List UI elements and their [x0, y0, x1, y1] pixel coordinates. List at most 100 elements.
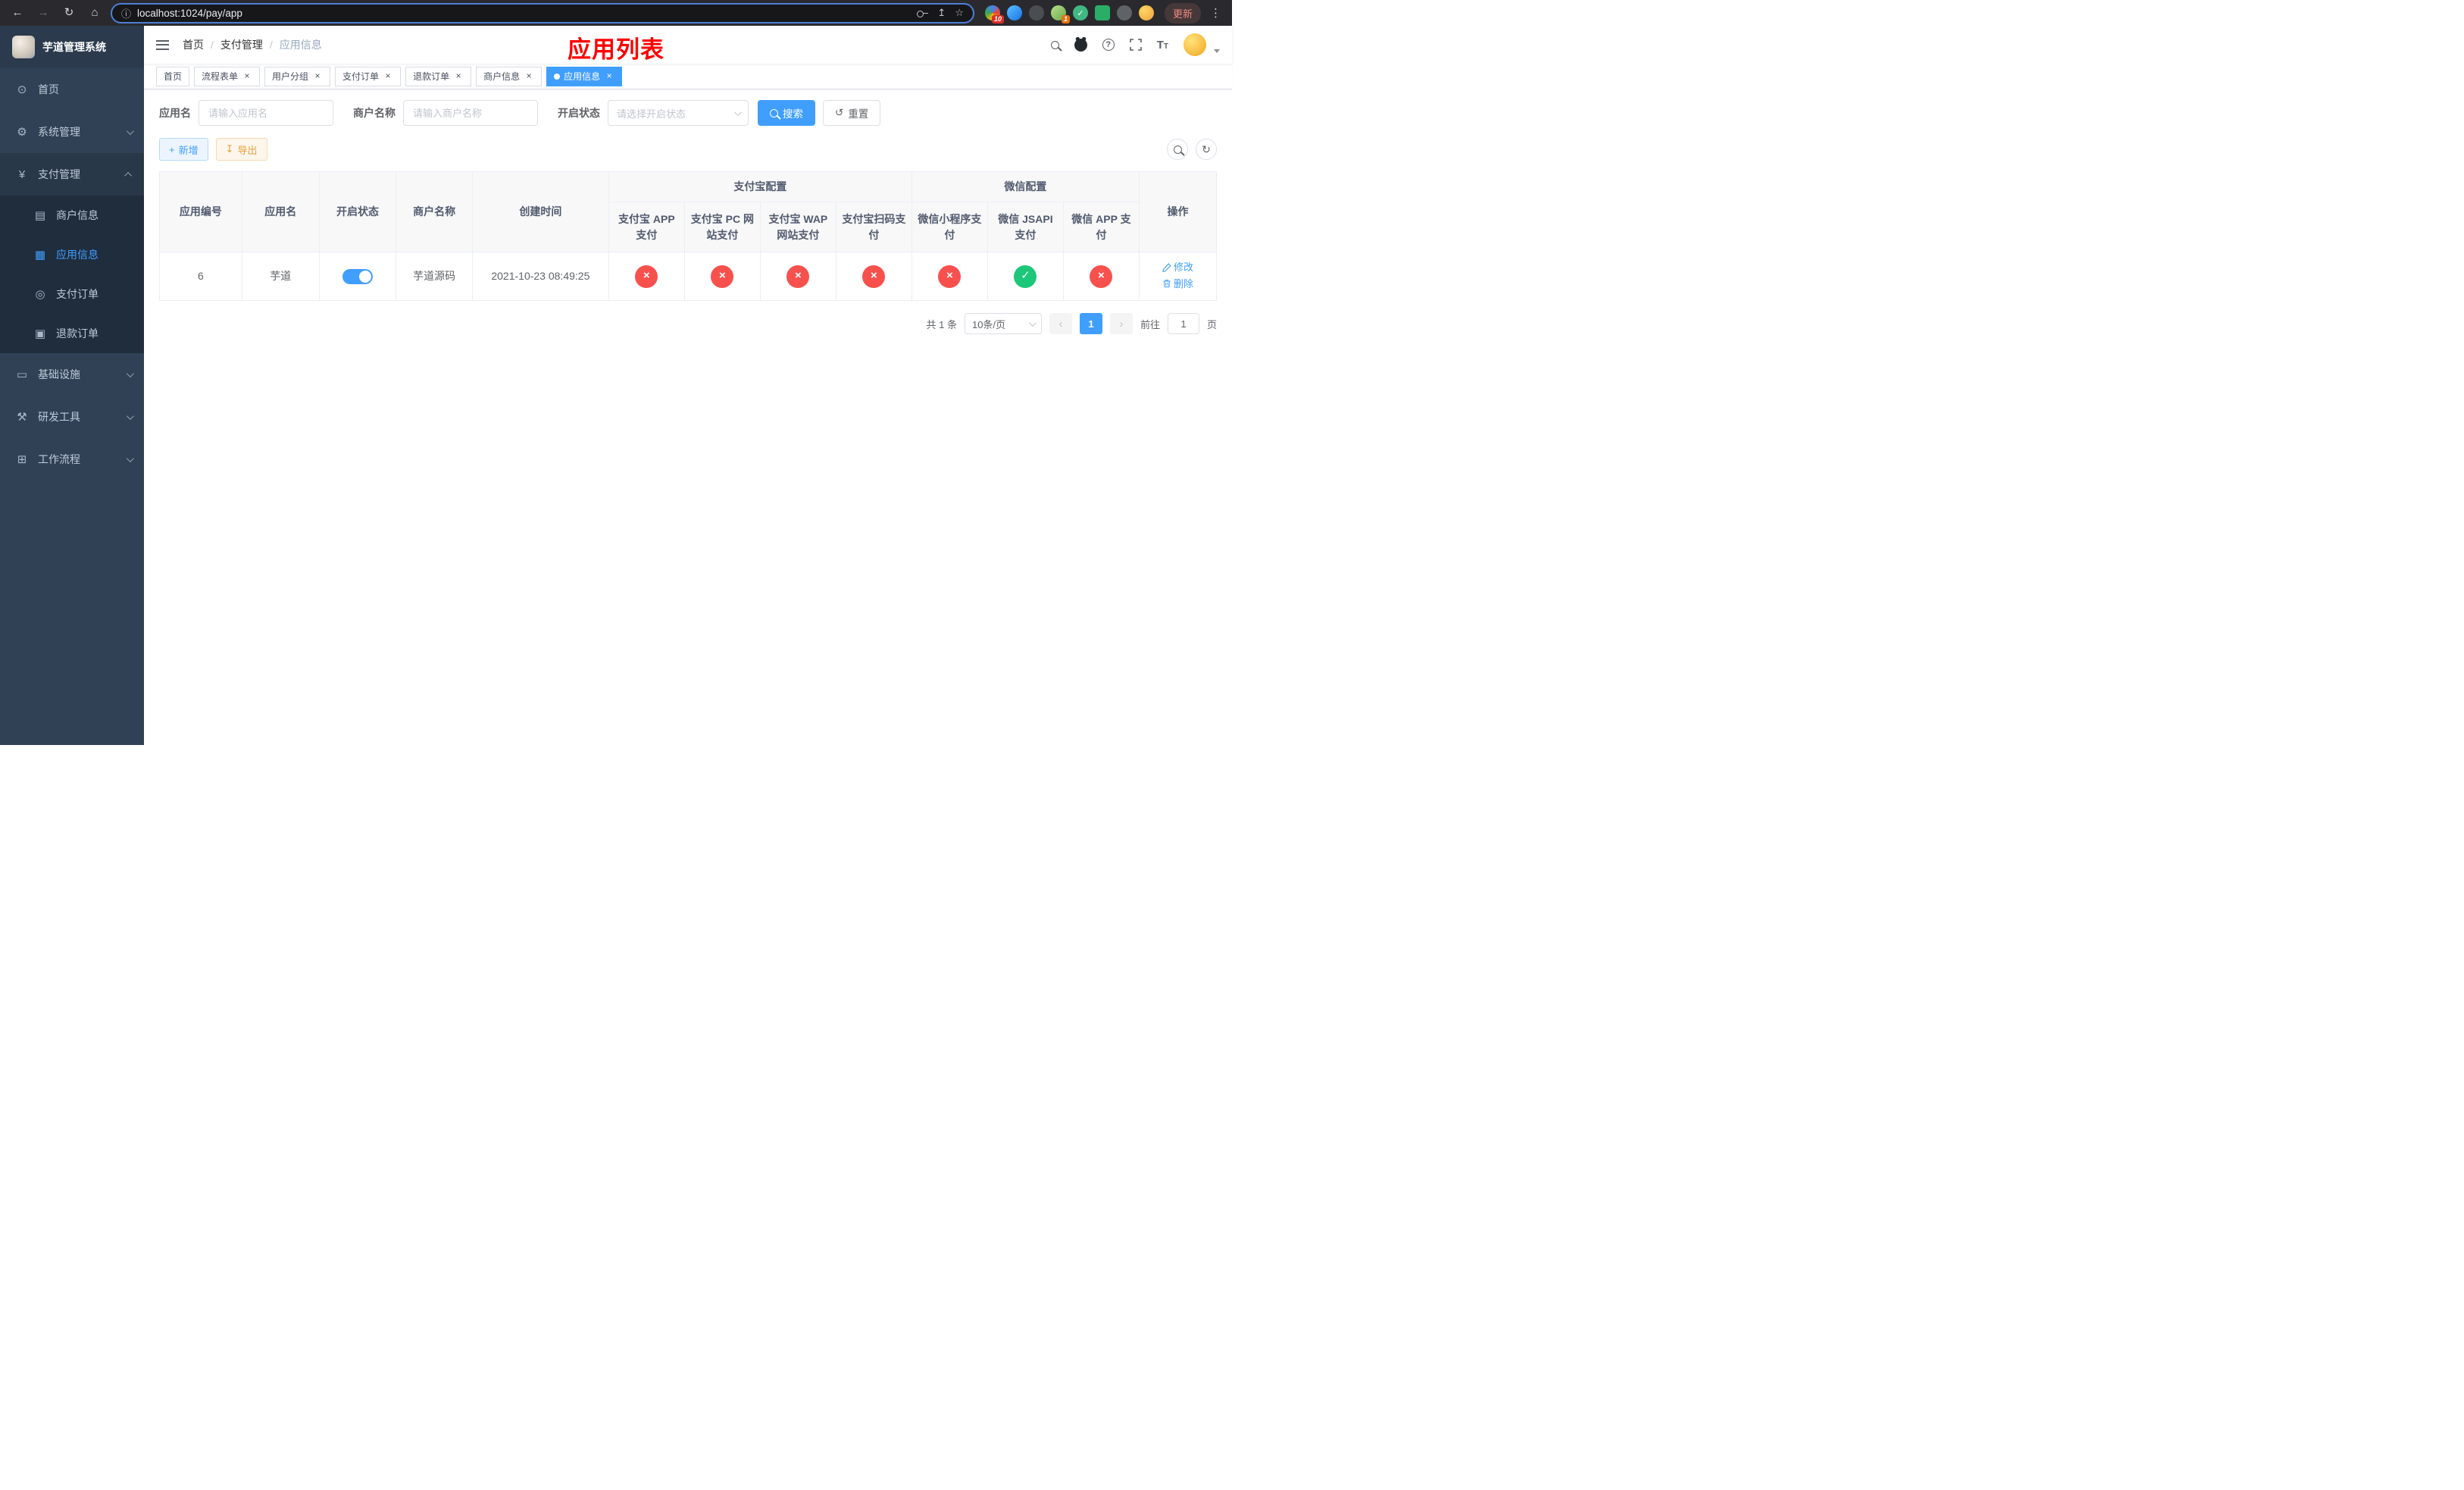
user-avatar[interactable] [1184, 33, 1206, 56]
app-table: 应用编号 应用名 开启状态 商户名称 创建时间 支付宝配置 微信配置 操作 支付… [159, 171, 1218, 301]
page-size-select[interactable]: 10条/页 [964, 313, 1042, 334]
profile-extension-icon[interactable]: 1 [1050, 5, 1070, 23]
col-ops: 操作 [1138, 171, 1218, 252]
tab-refund-order[interactable]: 退款订单 × [405, 66, 472, 86]
github-icon[interactable] [1074, 38, 1087, 52]
sidebar-item-merchant-info[interactable]: ▤ 商户信息 [0, 196, 144, 235]
search-icon [1173, 145, 1182, 154]
chevron-down-icon [126, 127, 134, 135]
reset-button[interactable]: ↺ 重置 [823, 100, 881, 126]
close-icon[interactable]: × [242, 70, 252, 82]
next-page-button[interactable]: › [1109, 313, 1133, 334]
tab-home[interactable]: 首页 [156, 66, 190, 86]
sidebar-collapse-icon[interactable] [156, 39, 169, 50]
briefcase-icon: ⊞ [17, 453, 27, 466]
fullscreen-icon[interactable] [1129, 39, 1142, 51]
edit-link[interactable]: 修改 [1162, 260, 1193, 275]
tab-pay-order[interactable]: 支付订单 × [335, 66, 402, 86]
browser-update-button[interactable]: 更新 [1164, 2, 1201, 23]
delete-link[interactable]: 删除 [1162, 277, 1193, 292]
cell-app-id: 6 [159, 252, 242, 301]
sidebar-item-pay-order[interactable]: ◎ 支付订单 [0, 274, 144, 314]
sidebar-item-payment[interactable]: ¥ 支付管理 [0, 153, 144, 196]
breadcrumb: 首页 / 支付管理 / 应用信息 [183, 37, 322, 52]
tab-app-info[interactable]: 应用信息 × [546, 66, 623, 86]
export-button[interactable]: ↧ 导出 [215, 138, 267, 161]
breadcrumb-payment[interactable]: 支付管理 [220, 37, 263, 52]
goto-page-input[interactable] [1167, 313, 1199, 334]
sidebar-item-home[interactable]: ⊙ 首页 [0, 68, 144, 111]
page-number-button[interactable]: 1 [1079, 313, 1102, 334]
browser-back-button[interactable]: ← [8, 3, 27, 23]
chat-extension-icon[interactable] [1094, 5, 1110, 20]
share-icon[interactable]: ↥ [937, 7, 946, 19]
toolbar-right: ↻ [1167, 139, 1217, 160]
sidebar-item-label: 研发工具 [38, 411, 80, 423]
merchant-name-input[interactable] [403, 100, 538, 126]
browser-reload-button[interactable]: ↻ [59, 3, 79, 23]
toggle-search-button[interactable] [1167, 139, 1188, 160]
tab-label: 应用信息 [564, 71, 601, 82]
tab-user-group[interactable]: 用户分组 × [264, 66, 331, 86]
extensions-area: 10 1 ✓ [984, 5, 1154, 23]
sidebar-item-label: 商户信息 [56, 209, 98, 221]
tools-icon: ⚒ [17, 411, 27, 424]
col-group-alipay: 支付宝配置 [608, 171, 912, 202]
extensions-puzzle-icon[interactable] [1116, 5, 1132, 20]
address-bar[interactable]: ⓘ localhost:1024/pay/app ↥ ☆ [111, 2, 974, 23]
sidebar-item-label: 首页 [38, 83, 59, 95]
search-icon[interactable] [1050, 40, 1059, 49]
add-button[interactable]: + 新增 [159, 138, 208, 161]
app-name-input[interactable] [199, 100, 333, 126]
avatar-caret-icon[interactable] [1214, 49, 1220, 53]
col-wechat-jsapi: 微信 JSAPI 支付 [987, 202, 1064, 252]
breadcrumb-home[interactable]: 首页 [183, 37, 204, 52]
browser-home-button[interactable]: ⌂ [85, 3, 105, 23]
tab-merchant-info[interactable]: 商户信息 × [476, 66, 543, 86]
extension-icon[interactable] [1028, 5, 1044, 20]
close-icon[interactable]: × [453, 70, 464, 82]
close-icon[interactable]: × [312, 70, 323, 82]
password-key-icon[interactable] [917, 10, 929, 17]
total-count: 共 1 条 [926, 318, 957, 330]
search-button[interactable]: 搜索 [758, 100, 815, 126]
breadcrumb-separator: / [211, 39, 214, 51]
active-dot-icon [554, 73, 561, 80]
extension-icon[interactable]: 10 [984, 5, 1004, 23]
status-select[interactable]: 请选择开启状态 [608, 100, 749, 126]
sidebar-item-infra[interactable]: ▭ 基础设施 [0, 353, 144, 396]
vue-devtools-icon[interactable]: ✓ [1072, 5, 1088, 20]
font-size-icon[interactable]: TT [1157, 39, 1168, 52]
col-alipay-app: 支付宝 APP 支付 [608, 202, 685, 252]
help-icon[interactable]: ? [1102, 39, 1115, 51]
extension-icon[interactable] [1006, 5, 1022, 20]
refresh-button[interactable]: ↻ [1196, 139, 1217, 160]
col-alipay-wap: 支付宝 WAP 网站支付 [759, 202, 836, 252]
sidebar-item-workflow[interactable]: ⊞ 工作流程 [0, 438, 144, 480]
bookmark-star-icon[interactable]: ☆ [955, 7, 964, 19]
col-status: 开启状态 [318, 171, 397, 252]
browser-menu-icon[interactable]: ⋮ [1207, 6, 1224, 20]
prev-page-button[interactable]: ‹ [1049, 313, 1072, 334]
sidebar-item-app-info[interactable]: ▦ 应用信息 [0, 235, 144, 274]
browser-profile-avatar[interactable] [1138, 5, 1154, 20]
close-icon[interactable]: × [383, 70, 393, 82]
search-form: 应用名 商户名称 开启状态 请选择开启状态 搜索 [159, 100, 1217, 126]
status-toggle[interactable] [342, 269, 374, 285]
cell-app-name: 芋道 [241, 252, 320, 301]
plus-icon: + [169, 143, 175, 155]
browser-forward-button[interactable]: → [33, 3, 53, 23]
logo-avatar [12, 36, 35, 58]
tab-process-form[interactable]: 流程表单 × [194, 66, 261, 86]
chevron-down-icon [126, 454, 134, 462]
sidebar-item-label: 退款订单 [56, 327, 98, 340]
sidebar-item-system[interactable]: ⚙ 系统管理 [0, 111, 144, 153]
site-info-icon[interactable]: ⓘ [121, 6, 131, 20]
breadcrumb-current: 应用信息 [279, 39, 322, 51]
sidebar-item-refund-order[interactable]: ▣ 退款订单 [0, 314, 144, 353]
close-icon[interactable]: × [604, 70, 614, 82]
app-title: 芋道管理系统 [42, 41, 106, 53]
close-icon[interactable]: × [524, 70, 534, 82]
sidebar-item-devtools[interactable]: ⚒ 研发工具 [0, 396, 144, 438]
col-created: 创建时间 [471, 171, 609, 252]
